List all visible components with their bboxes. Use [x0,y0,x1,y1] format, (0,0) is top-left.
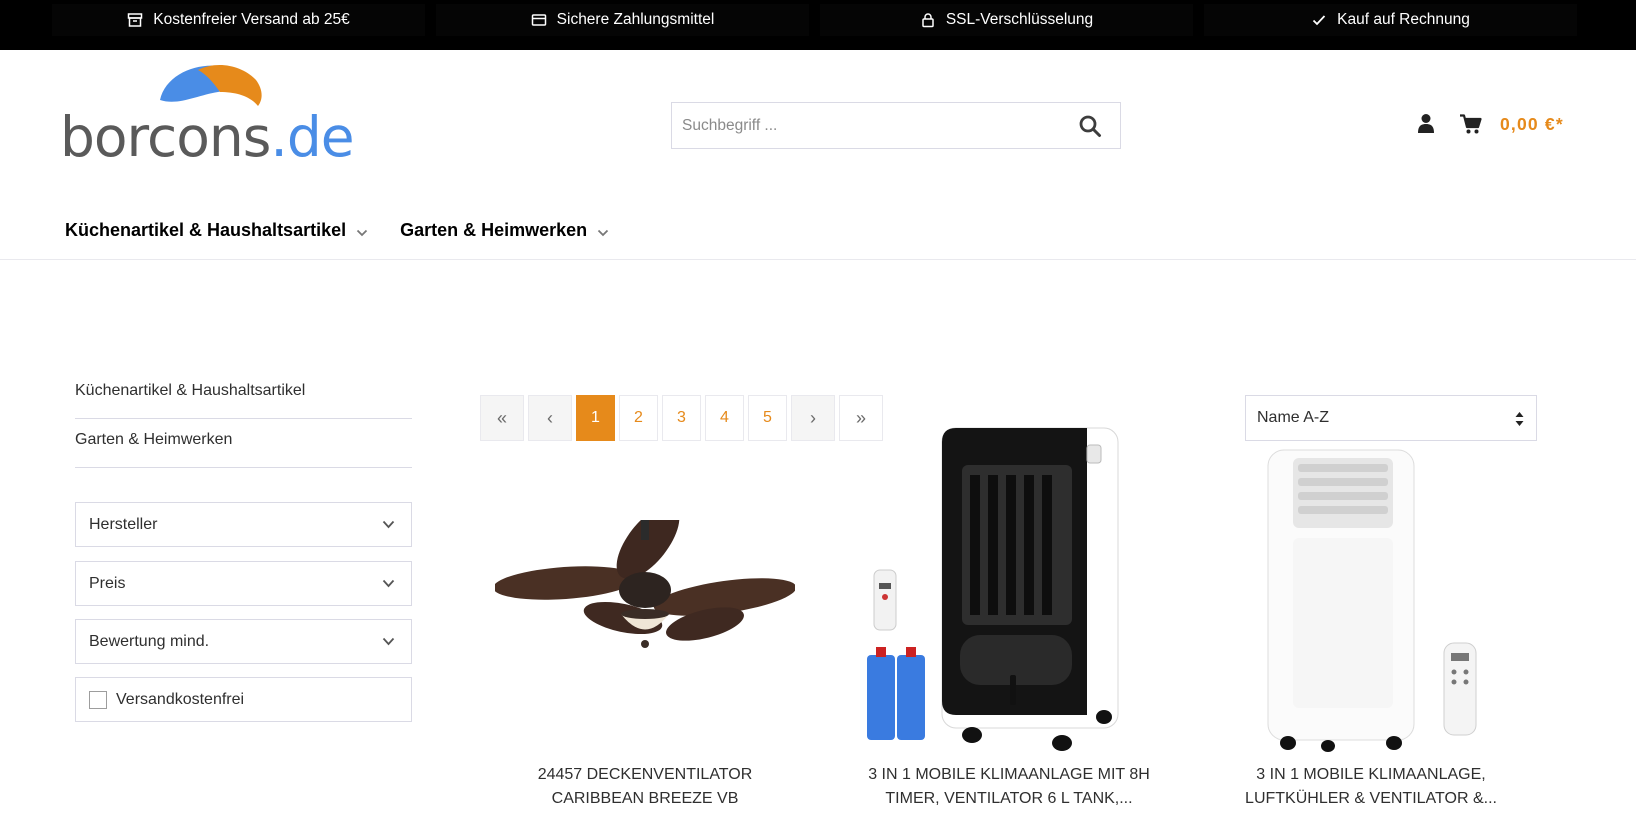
sort-selected-value: Name A-Z [1257,409,1330,426]
product-title[interactable]: 3 IN 1 MOBILE KLIMAANLAGE, LUFTKÜHLER & … [1211,763,1531,811]
chevron-down-icon [598,229,609,236]
chevron-down-icon [382,637,395,646]
usp-bar: Kostenfreier Versand ab 25€ Sichere Zahl… [0,0,1636,50]
page-button-2[interactable]: 2 [619,395,658,441]
filter-label: Versandkostenfrei [116,690,245,708]
filter-price[interactable]: Preis [75,561,412,606]
usp-item-ssl: SSL-Verschlüsselung [820,4,1193,36]
filter-label: Preis [89,574,126,592]
page-next-button[interactable]: › [791,395,835,441]
cart-button[interactable]: 0,00 €* [1460,113,1564,135]
nav-item-label: Garten & Heimwerken [400,220,588,240]
checkmark-icon [1313,15,1326,26]
sidebar-category-garden[interactable]: Garten & Heimwerken [75,431,412,468]
sidebar-category-label: Küchenartikel & Haushaltsartikel [75,382,306,399]
sort-select[interactable]: Name A-Z [1245,395,1537,441]
search-box [671,102,1121,149]
page-first-button[interactable]: « [480,395,524,441]
product-title-line: 3 IN 1 MOBILE KLIMAANLAGE MIT 8H [868,766,1150,783]
chevron-down-icon [382,579,395,588]
shopping-cart-icon [1460,114,1482,134]
nav-item-label: Küchenartikel & Haushaltsartikel [65,220,347,240]
filter-rating[interactable]: Bewertung mind. [75,619,412,664]
nav-item-garden[interactable]: Garten & Heimwerken [400,220,609,241]
user-account-icon[interactable] [1417,113,1435,133]
page-button-3[interactable]: 3 [662,395,701,441]
product-image[interactable] [1258,448,1498,755]
logo[interactable]: borcons.de [60,62,390,174]
usp-label: SSL-Verschlüsselung [945,11,1094,28]
product-title[interactable]: 3 IN 1 MOBILE KLIMAANLAGE MIT 8H TIMER, … [849,763,1169,811]
product-title-line: TIMER, VENTILATOR 6 L TANK,... [885,790,1133,807]
credit-card-icon [531,14,546,26]
usp-label: Sichere Zahlungsmittel [556,11,715,28]
product-title[interactable]: 24457 DECKENVENTILATOR CARIBBEAN BREEZE … [485,763,805,811]
usp-item-invoice: Kauf auf Rechnung [1204,4,1577,36]
product-title-line: 24457 DECKENVENTILATOR [537,766,753,783]
page-prev-button[interactable]: ‹ [528,395,572,441]
page-button-4[interactable]: 4 [705,395,744,441]
search-icon[interactable] [1078,114,1102,138]
usp-label: Kostenfreier Versand ab 25€ [153,11,350,28]
filter-label: Hersteller [89,515,158,533]
usp-item-shipping: Kostenfreier Versand ab 25€ [52,4,425,36]
usp-label: Kauf auf Rechnung [1337,11,1470,28]
product-image[interactable] [862,425,1162,760]
archive-box-icon [128,13,143,27]
cart-amount: 0,00 €* [1500,113,1564,134]
product-title-line: LUFTKÜHLER & VENTILATOR &... [1245,790,1497,807]
product-title-line: 3 IN 1 MOBILE KLIMAANLAGE, [1256,766,1486,783]
select-arrows-icon [1515,412,1524,426]
logo-tld: .de [270,105,354,169]
nav-divider [0,259,1636,260]
page-button-5[interactable]: 5 [748,395,787,441]
page-button-1[interactable]: 1 [576,395,615,441]
sidebar-category-label: Garten & Heimwerken [75,431,233,448]
filter-manufacturer[interactable]: Hersteller [75,502,412,547]
chevron-down-icon [356,229,368,236]
chevron-down-icon [382,520,395,529]
filter-label: Bewertung mind. [89,632,210,650]
lock-icon [922,13,934,28]
product-title-line: CARIBBEAN BREEZE VB [551,790,739,807]
usp-item-payment: Sichere Zahlungsmittel [436,4,809,36]
product-image[interactable] [495,520,795,665]
pagination: « ‹ 1 2 3 4 5 › » [480,395,883,441]
sidebar-category-kitchen[interactable]: Küchenartikel & Haushaltsartikel [75,382,412,419]
free-shipping-checkbox[interactable] [89,690,107,709]
search-input[interactable] [672,103,1052,148]
nav-item-kitchen[interactable]: Küchenartikel & Haushaltsartikel [65,220,368,241]
logo-wordmark: borcons.de [60,110,355,165]
logo-name: borcons [60,105,271,169]
main-nav: Küchenartikel & Haushaltsartikel Garten … [65,220,609,241]
filter-free-shipping[interactable]: Versandkostenfrei [75,677,412,722]
